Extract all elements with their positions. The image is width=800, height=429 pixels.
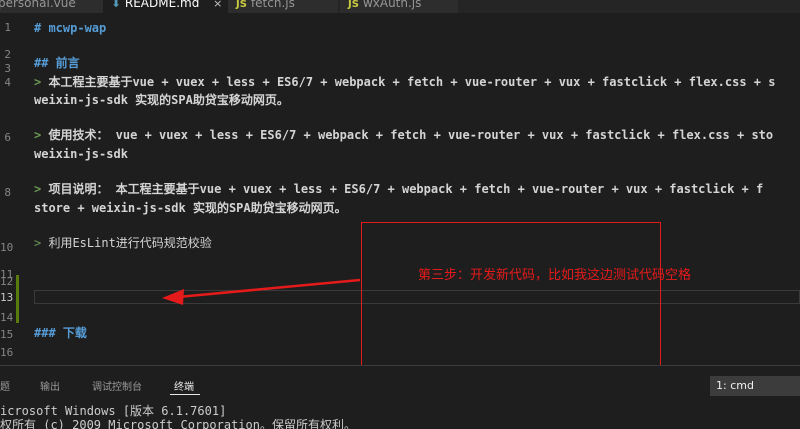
terminal-line: 权所有 (c) 2009 Microsoft Corporation。保留所有权… [0,418,356,429]
tab-fetch-js[interactable]: JS fetch.js [228,0,338,13]
code-text: 本工程主要基于vue + vuex + less + ES6/7 + webpa… [41,75,776,89]
line-number: 2 [4,48,11,61]
tab-label: personal.vue [0,0,76,10]
close-icon[interactable]: × [213,0,222,10]
tab-label: README.md [124,0,200,10]
js-icon: JS [348,0,359,10]
tab-label: fetch.js [250,0,295,10]
code-text: 项目说明： 本工程主要基于vue + vuex + less + ES6/7 +… [41,182,764,196]
panel-tab-debug-console[interactable]: 调试控制台 [92,378,142,393]
code-line-wrap: weixin-js-sdk [34,147,128,161]
line-number-active: 13 [0,291,14,304]
code-line-wrap: store + weixin-js-sdk 实现的SPA助贷宝移动网页。 [34,201,347,215]
line-number: 8 [4,186,11,199]
bottom-panel: 题 输出 调试控制台 终端 1: cmd icrosoft Windows [版… [0,365,800,429]
terminal-select[interactable]: 1: cmd [710,376,800,396]
js-icon: JS [236,0,247,10]
panel-tab-terminal[interactable]: 终端 [174,378,194,393]
line-number: 3 [4,62,11,75]
code-line-quote: > 项目说明： 本工程主要基于vue + vuex + less + ES6/7… [34,182,763,196]
tab-personal-vue[interactable]: personal.vue [0,0,103,13]
code-line-heading: ### 下载 [34,326,87,340]
code-line-quote: > 本工程主要基于vue + vuex + less + ES6/7 + web… [34,75,775,89]
active-tab-indicator [170,394,200,395]
terminal-select-value: 1: cmd [716,379,754,392]
tab-label: wxAuth.js [362,0,422,10]
annotation-text: 第三步：开发新代码，比如我这边测试代码空格 [418,268,692,283]
line-number: 6 [4,131,11,144]
line-number: 16 [0,346,14,359]
line-number: 10 [0,241,14,254]
code-text: 使用技术： vue + vuex + less + ES6/7 + webpac… [41,128,774,142]
code-line-quote: > 使用技术： vue + vuex + less + ES6/7 + webp… [34,128,773,142]
line-number: 15 [0,328,14,341]
git-added-indicator [16,275,19,323]
line-number-gutter: 1 2 3 4 6 8 10 11 12 13 14 15 16 [0,13,32,365]
code-line-quote: > 利用EsLint进行代码规范校验 [34,236,212,250]
annotation-box [361,222,661,377]
line-number: 1 [4,21,11,34]
tab-wxauth-js[interactable]: JS wxAuth.js [340,0,458,13]
markdown-icon: ⬇ [111,0,122,10]
line-number: 12 [0,275,14,288]
code-line-wrap: weixin-js-sdk 实现的SPA助贷宝移动网页。 [34,93,289,107]
line-number: 14 [0,311,14,324]
tab-readme-md[interactable]: ⬇ README.md × [103,0,228,13]
editor-tab-bar: personal.vue ⬇ README.md × JS fetch.js JS… [0,0,800,13]
panel-tab-problems[interactable]: 题 [0,378,10,393]
terminal-line: icrosoft Windows [版本 6.1.7601] [0,404,227,418]
code-text: 利用EsLint进行代码规范校验 [41,236,212,250]
panel-tab-output[interactable]: 输出 [40,378,60,393]
line-number: 4 [4,76,11,89]
code-line-heading: # mcwp-wap [34,21,107,35]
code-line-heading: ## 前言 [34,56,80,70]
